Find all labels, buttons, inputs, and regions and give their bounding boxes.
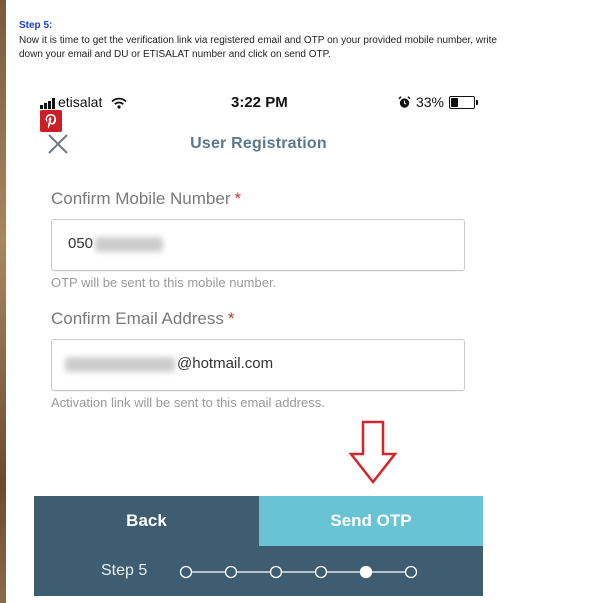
email-hint: Activation link will be sent to this ema…	[51, 395, 325, 410]
status-time: 3:22 PM	[231, 94, 288, 111]
required-marker: *	[227, 309, 235, 328]
mobile-value: 050	[68, 235, 94, 252]
progress-dot	[404, 565, 418, 579]
email-domain: @hotmail.com	[177, 355, 274, 372]
step-heading: Step 5:	[19, 20, 53, 31]
status-right-group: 33%	[398, 94, 478, 110]
battery-fill	[451, 97, 458, 107]
wifi-icon	[111, 97, 127, 109]
required-marker: *	[234, 189, 242, 208]
alarm-clock-icon	[398, 95, 411, 108]
instruction-block: Step 5: Now it is time to get the verifi…	[19, 20, 497, 62]
step-label: Step 5	[101, 562, 148, 579]
mobile-hint: OTP will be sent to this mobile number.	[51, 275, 277, 290]
left-edge-strip	[0, 0, 6, 603]
redacted-email-user	[65, 357, 175, 372]
step-description: Now it is time to get the verification l…	[19, 35, 497, 60]
phone-screenshot: etisalat 3:22 PM 33% User Registration C…	[34, 86, 483, 596]
progress-dot	[179, 565, 193, 579]
battery-percent: 33%	[415, 94, 444, 110]
progress-dot	[269, 565, 283, 579]
battery-cap	[476, 99, 478, 105]
email-field-label: Confirm Email Address *	[51, 309, 235, 329]
page-title: User Registration	[190, 135, 327, 152]
action-bar: Back Send OTP	[34, 496, 483, 546]
status-bar: etisalat 3:22 PM 33%	[34, 86, 483, 116]
pinterest-icon[interactable]	[40, 110, 62, 132]
send-otp-button[interactable]: Send OTP	[259, 496, 483, 546]
progress-dot-active	[359, 565, 373, 579]
email-label-text: Confirm Email Address	[51, 309, 224, 328]
back-button[interactable]: Back	[34, 496, 259, 546]
battery-icon	[449, 95, 478, 109]
mobile-number-input[interactable]: 050	[51, 219, 465, 271]
mobile-label-text: Confirm Mobile Number	[51, 189, 231, 208]
step-indicator-bar: Step 5	[34, 546, 483, 596]
carrier-group: etisalat	[40, 95, 127, 109]
down-arrow-icon	[348, 420, 398, 484]
signal-bars-icon	[40, 98, 55, 109]
progress-dot	[314, 565, 328, 579]
mobile-field-label: Confirm Mobile Number *	[51, 189, 241, 209]
progress-dot	[224, 565, 238, 579]
email-address-input[interactable]: @hotmail.com	[51, 339, 465, 391]
redacted-mobile-digits	[95, 237, 163, 252]
progress-stepper	[179, 565, 418, 579]
carrier-name: etisalat	[58, 94, 103, 110]
